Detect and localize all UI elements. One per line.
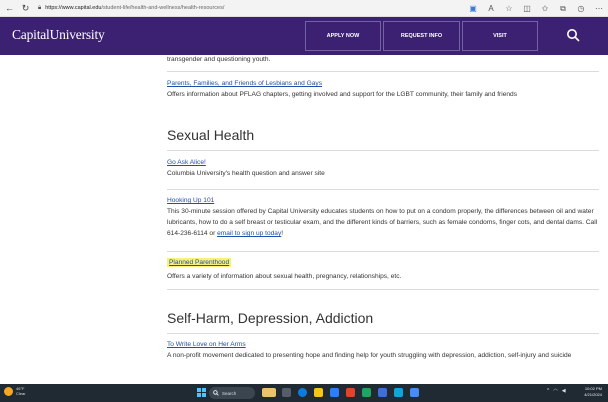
store-icon[interactable]: [330, 388, 339, 397]
chevron-up-icon[interactable]: ^: [547, 388, 549, 394]
hooking-up-101-description: This 30-minute session offered by Capita…: [167, 206, 602, 239]
planned-parenthood-link[interactable]: Planned Parenthood: [167, 258, 232, 267]
search-icon: [213, 390, 219, 396]
clock-date: 4/21/2024: [584, 392, 602, 397]
divider: [167, 71, 599, 72]
app-icon[interactable]: [378, 388, 387, 397]
app-icon[interactable]: [394, 388, 403, 397]
more-icon[interactable]: ⋯: [592, 2, 606, 15]
cta-suffix: !: [281, 230, 284, 237]
app-icon[interactable]: [346, 388, 355, 397]
site-header: CapitalUniversity APPLY NOW REQUEST INFO…: [0, 17, 608, 55]
go-ask-alice-link[interactable]: Go Ask Alice!: [167, 159, 206, 166]
favorites-icon[interactable]: ✩: [538, 2, 552, 15]
go-ask-alice-description: Columbia University's health question an…: [167, 170, 325, 177]
weather-condition: Clear: [16, 391, 26, 396]
site-logo[interactable]: CapitalUniversity: [12, 27, 105, 43]
back-icon[interactable]: ←: [3, 2, 16, 15]
pflag-description: Offers information about PFLAG chapters,…: [167, 91, 518, 98]
windows-start-icon[interactable]: [197, 388, 206, 397]
taskbar-search[interactable]: Search: [209, 387, 255, 399]
request-info-button[interactable]: REQUEST INFO: [383, 21, 460, 51]
app-icon[interactable]: [362, 388, 371, 397]
refresh-icon[interactable]: ↻: [19, 2, 32, 15]
taskbar-clock[interactable]: 10:02 PM 4/21/2024: [572, 386, 602, 398]
favorite-star-icon[interactable]: ☆: [502, 2, 516, 15]
history-icon[interactable]: ◷: [574, 2, 588, 15]
address-bar[interactable]: 🔒︎ https://www.capital.edu /student-life…: [38, 5, 224, 12]
wifi-icon[interactable]: ◠: [553, 388, 557, 394]
pflag-link[interactable]: Parents, Families, and Friends of Lesbia…: [167, 80, 322, 87]
os-taskbar: 46°F Clear Search ^ ◠ ◀ 10:02 PM 4/21/20…: [0, 384, 608, 402]
divider: [167, 251, 599, 252]
email-signup-link[interactable]: email to sign up today: [217, 230, 281, 237]
taskbar-search-label: Search: [222, 390, 237, 396]
visit-button[interactable]: VISIT: [462, 21, 538, 51]
lead-text: transgender and questioning youth.: [167, 56, 271, 63]
planned-parenthood-label: Planned Parenthood: [167, 258, 232, 267]
read-aloud-icon[interactable]: A: [484, 2, 498, 15]
app-icon[interactable]: [410, 388, 419, 397]
split-screen-icon[interactable]: ◫: [520, 2, 534, 15]
divider: [167, 150, 599, 151]
divider: [167, 189, 599, 190]
section-title-self-harm: Self-Harm, Depression, Addiction: [167, 310, 374, 326]
lock-icon: 🔒︎: [38, 4, 42, 11]
extension-icon[interactable]: ▣: [466, 2, 480, 15]
search-icon[interactable]: [566, 28, 580, 42]
weather-widget[interactable]: 46°F Clear: [4, 386, 26, 396]
volume-icon[interactable]: ◀: [562, 388, 566, 394]
url-path: /student-life/health-and-wellness/health…: [101, 5, 225, 11]
browser-actions: ▣ A ☆ ◫ ✩ ⧉ ◷ ⋯: [462, 2, 606, 15]
widgets-icon[interactable]: [262, 388, 276, 397]
url-host: https://www.capital.edu: [45, 5, 102, 11]
divider: [167, 333, 599, 334]
twloha-link[interactable]: To Write Love on Her Arms: [167, 341, 246, 348]
edge-browser-icon[interactable]: [298, 388, 307, 397]
task-view-icon[interactable]: [282, 388, 291, 397]
file-explorer-icon[interactable]: [314, 388, 323, 397]
system-tray[interactable]: ^ ◠ ◀: [547, 388, 570, 394]
apply-now-button[interactable]: APPLY NOW: [305, 21, 381, 51]
section-title-sexual-health: Sexual Health: [167, 127, 255, 143]
hooking-up-101-link[interactable]: Hooking Up 101: [167, 197, 214, 204]
sun-icon: [4, 386, 13, 396]
divider: [167, 289, 599, 290]
planned-parenthood-description: Offers a variety of information about se…: [167, 273, 402, 280]
twloha-description: A non-profit movement dedicated to prese…: [167, 352, 572, 359]
browser-toolbar: ← ↻ 🔒︎ https://www.capital.edu /student-…: [0, 0, 608, 17]
collections-icon[interactable]: ⧉: [556, 2, 570, 15]
